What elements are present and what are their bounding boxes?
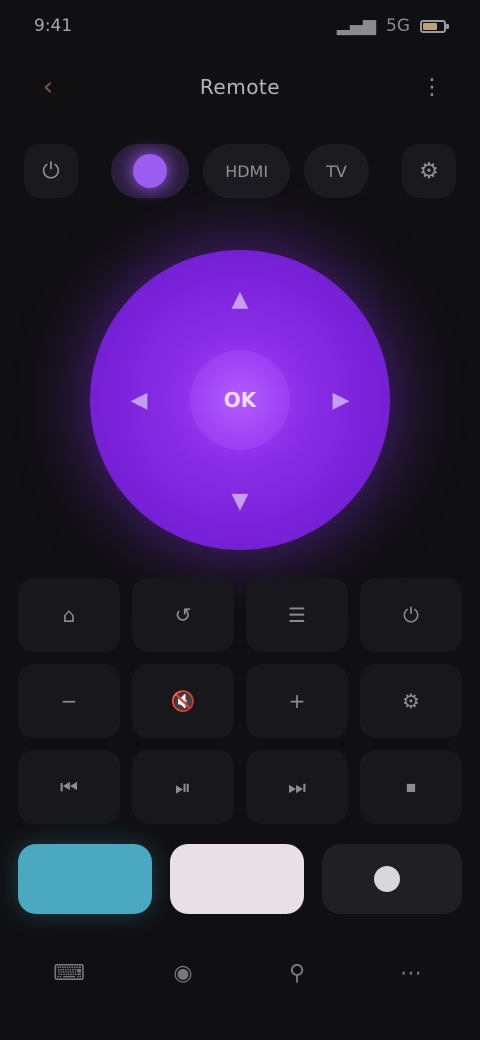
- toggle-knob-icon: [374, 866, 400, 892]
- status-bar: 9:41 ▂▄▆ 5G: [0, 0, 480, 52]
- source-selector: ⏻ HDMI TV ⚙: [0, 128, 480, 214]
- overflow-icon[interactable]: ⋯: [360, 936, 462, 1010]
- input-pill-active[interactable]: [111, 144, 190, 198]
- dpad: ▲ ◀ OK ▶ ▼: [90, 250, 390, 550]
- teal-button[interactable]: [18, 844, 152, 914]
- next-icon[interactable]: ⏭: [246, 750, 348, 824]
- back-arrow-icon[interactable]: ↺: [132, 578, 234, 652]
- battery-icon: [420, 19, 449, 33]
- settings-key-icon[interactable]: ⚙: [360, 664, 462, 738]
- play-pause-icon[interactable]: ⏯: [132, 750, 234, 824]
- stop-icon[interactable]: ⏹: [360, 750, 462, 824]
- search-icon[interactable]: ⚲: [246, 936, 348, 1010]
- volume-down-icon[interactable]: −: [18, 664, 120, 738]
- input-pills: HDMI TV: [111, 144, 369, 198]
- home-icon[interactable]: ⌂: [18, 578, 120, 652]
- keyboard-icon[interactable]: ⌨: [18, 936, 120, 1010]
- light-button[interactable]: [170, 844, 304, 914]
- menu-icon[interactable]: ☰: [246, 578, 348, 652]
- input-pill-tv[interactable]: TV: [304, 144, 369, 198]
- dpad-right-button[interactable]: ▶: [306, 365, 376, 435]
- input-pill-hdmi[interactable]: HDMI: [203, 144, 291, 198]
- dpad-ok-button[interactable]: OK: [190, 350, 290, 450]
- network-type: 5G: [386, 16, 410, 36]
- toggle-button[interactable]: [322, 844, 462, 914]
- signal-icon: ▂▄▆: [336, 16, 376, 36]
- power-toggle-icon[interactable]: ⏻: [360, 578, 462, 652]
- volume-up-icon[interactable]: +: [246, 664, 348, 738]
- color-buttons: [18, 842, 462, 916]
- bottom-toolbar: ⌨ ◉ ⚲ ⋯: [18, 936, 462, 1010]
- dpad-up-button[interactable]: ▲: [205, 264, 275, 334]
- previous-icon[interactable]: ⏮: [18, 750, 120, 824]
- status-time: 9:41: [34, 16, 73, 36]
- page-title: Remote: [199, 75, 281, 99]
- mute-icon[interactable]: 🔇: [132, 664, 234, 738]
- back-icon[interactable]: ‹: [28, 67, 68, 107]
- settings-icon[interactable]: ⚙: [402, 144, 456, 198]
- control-grid: ⌂ ↺ ☰ ⏻ − 🔇 + ⚙ ⏮ ⏯ ⏭ ⏹: [18, 578, 462, 824]
- app-header: ‹ Remote ⋮: [0, 52, 480, 122]
- active-dot-icon: [133, 154, 168, 188]
- power-icon[interactable]: ⏻: [24, 144, 78, 198]
- status-indicators: ▂▄▆ 5G: [336, 16, 449, 36]
- touchpad-icon[interactable]: ◉: [132, 936, 234, 1010]
- dpad-left-button[interactable]: ◀: [104, 365, 174, 435]
- dpad-down-button[interactable]: ▼: [205, 466, 275, 536]
- more-icon[interactable]: ⋮: [412, 67, 452, 107]
